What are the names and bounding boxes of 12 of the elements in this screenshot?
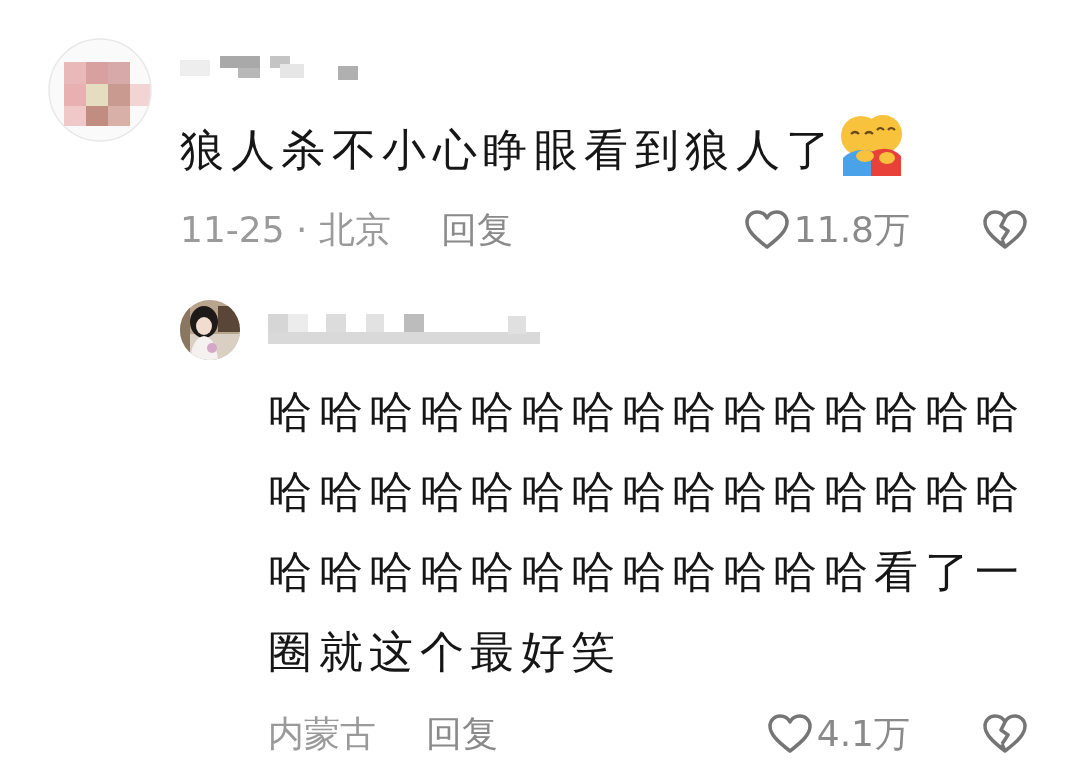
reply-text: 哈哈哈哈哈哈哈哈哈哈哈哈哈哈哈哈哈哈哈哈哈哈哈哈哈哈哈哈哈哈哈哈哈哈哈哈哈哈哈哈哈哈看了一圈就这个最好笑 — [268, 385, 1027, 679]
like-count: 11.8万 — [793, 208, 910, 252]
like-count: 4.1万 — [816, 712, 910, 756]
comment-text: 狼人杀不小心睁眼看到狼人了 — [180, 123, 837, 177]
reply-link[interactable]: 回复 — [426, 712, 498, 756]
heart-icon[interactable] — [766, 713, 813, 755]
comment-meta: 11-25 · 北京 — [180, 208, 391, 252]
reply-link[interactable]: 回复 — [440, 208, 513, 252]
heart-icon[interactable] — [743, 209, 790, 251]
broken-heart-icon[interactable] — [982, 209, 1028, 251]
broken-heart-icon[interactable] — [982, 713, 1028, 755]
comment-meta: 内蒙古 — [268, 712, 376, 756]
